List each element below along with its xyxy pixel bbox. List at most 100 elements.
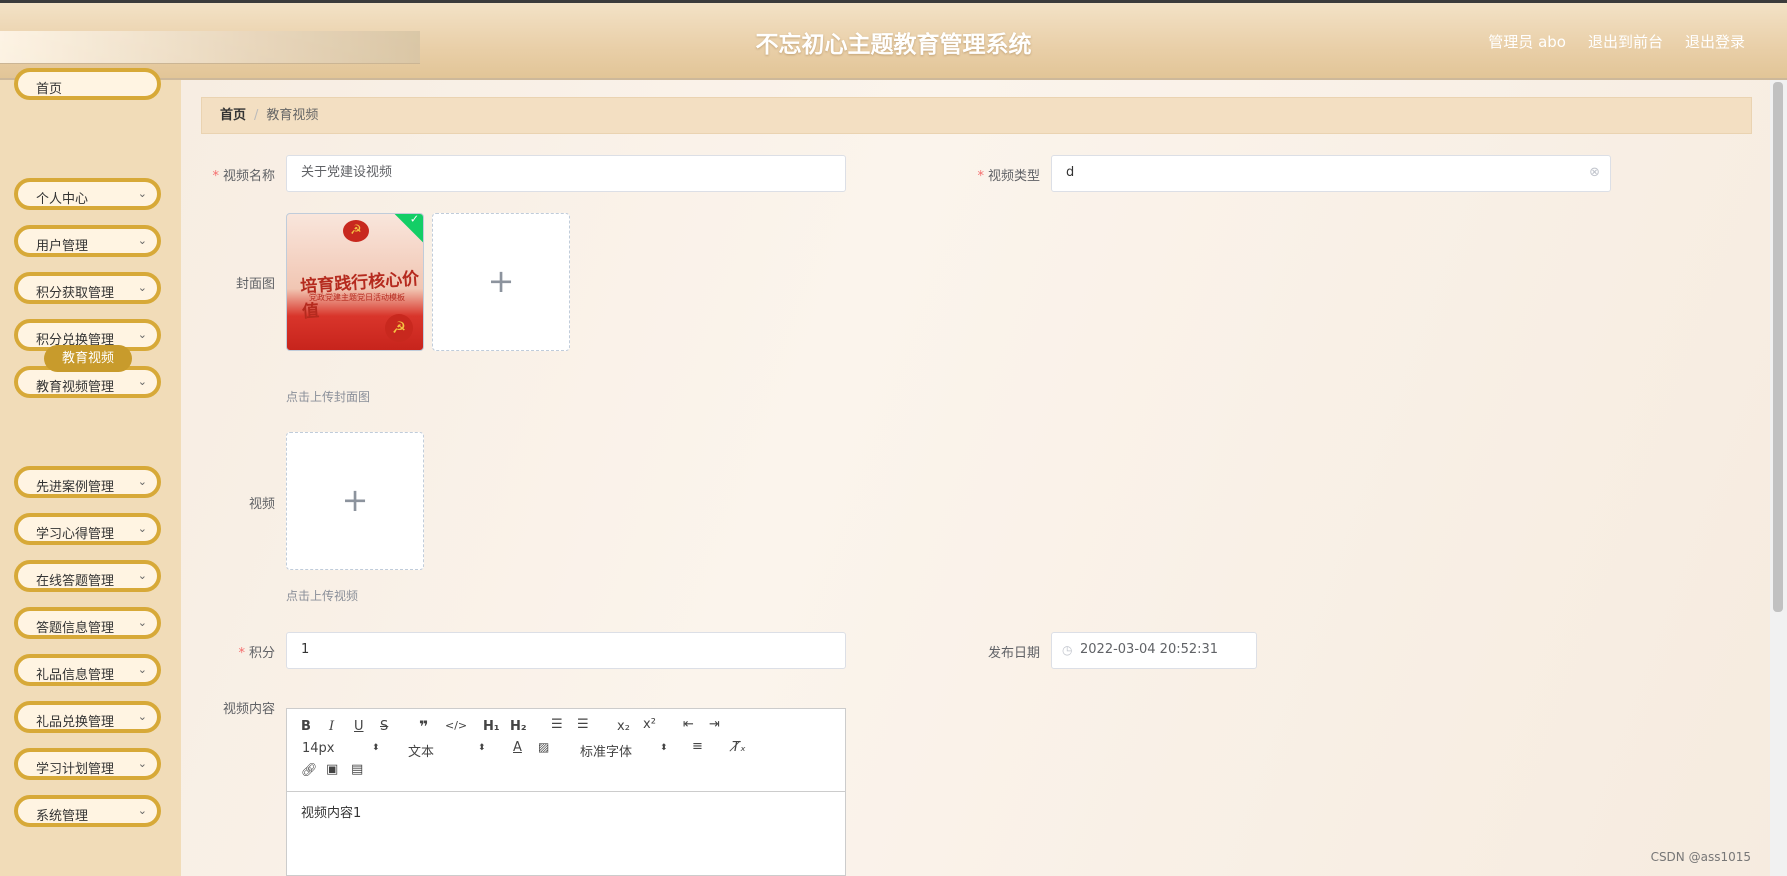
- editor-toolbar: B I U S ❞ </> H₁ H₂ ☰ ☰ x₂ x² ⇤ ⇥ 14px ⬍ …: [287, 709, 845, 792]
- plus-icon: +: [487, 262, 515, 300]
- sidebar-item-points-earn[interactable]: 积分获取管理 ⌄: [14, 272, 161, 304]
- sidebar-item-home[interactable]: 首页: [14, 68, 161, 100]
- chevron-down-icon: ⌄: [137, 804, 147, 817]
- cover-upload-button[interactable]: +: [432, 213, 570, 351]
- image-icon[interactable]: ▣: [326, 762, 338, 777]
- video-upload-tip: 点击上传视频: [286, 589, 359, 603]
- video-icon[interactable]: ▤: [351, 762, 363, 777]
- sidebar-item-personal-center[interactable]: 个人中心 ⌄: [14, 178, 161, 210]
- chevron-down-icon: ⌄: [137, 569, 147, 582]
- select-caret-icon: ⬍: [478, 743, 486, 753]
- chevron-down-icon: ⌄: [137, 522, 147, 535]
- link-icon[interactable]: 🔗︎: [301, 763, 318, 778]
- sidebar-item-study-plan[interactable]: 学习计划管理 ⌄: [14, 748, 161, 780]
- publish-date-input[interactable]: ◷ 2022-03-04 20:52:31: [1051, 632, 1257, 669]
- sidebar: 首页 个人中心 ⌄ 用户管理 ⌄ 积分获取管理 ⌄ 积分兑换管理 ⌄ 教育视频管…: [0, 68, 181, 876]
- upload-success-badge: ✓: [392, 213, 423, 245]
- cover-image[interactable]: ☭ 培育践行核心价值 党政党建主题党日活动模板 ☭ ✓: [286, 213, 424, 351]
- cover-image-subtext: 党政党建主题党日活动模板: [309, 293, 405, 302]
- select-caret-icon: ⬍: [372, 743, 380, 753]
- indent-icon[interactable]: ⇥: [709, 717, 720, 732]
- sidebar-item-label: 礼品兑换管理: [36, 715, 115, 730]
- breadcrumb: 首页 / 教育视频: [201, 97, 1752, 134]
- font-family-select[interactable]: 标准字体 ⬍: [580, 741, 670, 760]
- font-color-icon[interactable]: A: [513, 740, 522, 755]
- video-type-input[interactable]: d ⊗: [1051, 155, 1611, 192]
- align-icon[interactable]: ≡: [692, 739, 703, 754]
- header: 不忘初心主题教育管理系统 管理员 abo 退出到前台 退出登录: [0, 3, 1787, 80]
- chevron-down-icon: ⌄: [137, 187, 147, 200]
- breadcrumb-separator: /: [254, 108, 259, 123]
- breadcrumb-home[interactable]: 首页: [220, 108, 246, 123]
- chevron-down-icon: ⌄: [137, 475, 147, 488]
- hammer-sickle-icon: ☭: [385, 314, 413, 342]
- video-label: 视频: [248, 497, 275, 512]
- strike-icon[interactable]: S: [380, 719, 388, 734]
- clear-format-icon[interactable]: T̸ₓ: [732, 740, 746, 755]
- video-type-label: * 视频类型: [977, 169, 1040, 184]
- chevron-down-icon: ⌄: [137, 663, 147, 676]
- sidebar-item-experience[interactable]: 学习心得管理 ⌄: [14, 513, 161, 545]
- points-input[interactable]: 1: [286, 632, 846, 669]
- font-size-select[interactable]: 14px ⬍: [302, 741, 382, 757]
- video-type-value: d: [1066, 165, 1075, 180]
- block-format-select[interactable]: 文本 ⬍: [408, 741, 488, 760]
- plus-icon: +: [341, 481, 369, 519]
- page-scrollbar[interactable]: [1770, 80, 1787, 876]
- sidebar-item-online-quiz[interactable]: 在线答题管理 ⌄: [14, 560, 161, 592]
- sidebar-item-label: 个人中心: [36, 192, 89, 207]
- clear-icon[interactable]: ⊗: [1589, 156, 1600, 190]
- video-name-input[interactable]: 关于党建设视频: [286, 155, 846, 192]
- sidebar-item-quiz-info[interactable]: 答题信息管理 ⌄: [14, 607, 161, 639]
- clock-icon: ◷: [1062, 643, 1073, 657]
- ordered-list-icon[interactable]: ☰: [551, 717, 563, 732]
- code-block-icon[interactable]: </>: [445, 719, 467, 732]
- sidebar-item-label: 学习心得管理: [36, 527, 115, 542]
- select-caret-icon: ⬍: [660, 743, 668, 753]
- editor-content[interactable]: 视频内容1: [301, 802, 361, 821]
- header-links: 管理员 abo 退出到前台 退出登录: [1488, 31, 1745, 52]
- bold-icon[interactable]: B: [301, 719, 311, 734]
- video-upload-button[interactable]: +: [286, 432, 424, 570]
- user-label[interactable]: 管理员 abo: [1488, 31, 1566, 52]
- content-label: 视频内容: [222, 702, 275, 717]
- sidebar-item-label: 在线答题管理: [36, 574, 115, 589]
- outdent-icon[interactable]: ⇤: [683, 717, 694, 732]
- sidebar-subitem-education-video[interactable]: 教育视频: [44, 345, 132, 372]
- font-family-value: 标准字体: [580, 745, 633, 760]
- header-1-icon[interactable]: H₁: [483, 719, 500, 734]
- cover-label: 封面图: [235, 277, 275, 292]
- sidebar-item-system[interactable]: 系统管理 ⌄: [14, 795, 161, 827]
- breadcrumb-current: 教育视频: [266, 108, 319, 123]
- sidebar-item-cases[interactable]: 先进案例管理 ⌄: [14, 466, 161, 498]
- header-2-icon[interactable]: H₂: [510, 719, 527, 734]
- sidebar-item-label: 礼品信息管理: [36, 668, 115, 683]
- sidebar-item-label: 用户管理: [36, 239, 89, 254]
- superscript-icon[interactable]: x²: [643, 717, 656, 732]
- sidebar-item-label: 积分获取管理: [36, 286, 115, 301]
- sidebar-item-label: 先进案例管理: [36, 480, 115, 495]
- block-format-value: 文本: [408, 745, 435, 760]
- italic-icon[interactable]: I: [329, 719, 334, 734]
- cover-upload-tip: 点击上传封面图: [286, 390, 371, 404]
- chevron-down-icon: ⌄: [137, 328, 147, 341]
- blockquote-icon[interactable]: ❞: [419, 717, 428, 736]
- scrollbar-thumb[interactable]: [1773, 82, 1783, 612]
- watermark: CSDN @ass1015: [1650, 850, 1751, 864]
- subscript-icon[interactable]: x₂: [617, 719, 630, 734]
- publish-date-label: 发布日期: [987, 646, 1040, 661]
- sidebar-item-label: 答题信息管理: [36, 621, 115, 636]
- background-color-icon[interactable]: ▨: [538, 740, 549, 754]
- underline-icon[interactable]: U: [354, 719, 364, 734]
- sidebar-item-label: 首页: [36, 82, 63, 97]
- chevron-down-icon: ⌄: [137, 616, 147, 629]
- logout-link[interactable]: 退出登录: [1685, 31, 1745, 52]
- sidebar-item-gift-exchange[interactable]: 礼品兑换管理 ⌄: [14, 701, 161, 733]
- rich-text-editor: B I U S ❞ </> H₁ H₂ ☰ ☰ x₂ x² ⇤ ⇥ 14px ⬍ …: [286, 708, 846, 876]
- sidebar-item-users[interactable]: 用户管理 ⌄: [14, 225, 161, 257]
- bullet-list-icon[interactable]: ☰: [577, 717, 589, 732]
- to-front-link[interactable]: 退出到前台: [1588, 31, 1663, 52]
- points-label: * 积分: [238, 646, 275, 661]
- check-icon: ✓: [409, 213, 420, 226]
- sidebar-item-gift-info[interactable]: 礼品信息管理 ⌄: [14, 654, 161, 686]
